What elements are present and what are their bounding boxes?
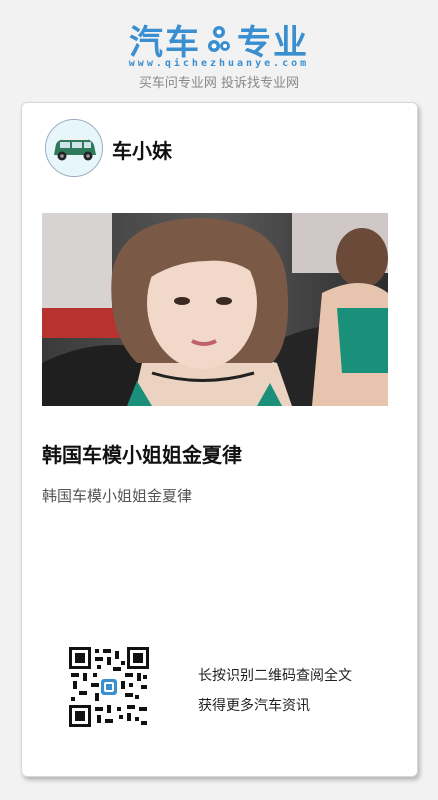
author-avatar[interactable]	[45, 119, 103, 177]
qr-code-icon	[69, 647, 149, 727]
photo-illustration	[42, 213, 388, 406]
qr-code[interactable]	[69, 647, 149, 727]
author-name[interactable]: 车小妹	[112, 135, 172, 164]
site-slogan: 买车问专业网 投诉找专业网	[138, 76, 300, 91]
logo-text-right: 专业	[237, 22, 309, 63]
article-summary: 韩国车模小姐姐金夏律	[42, 487, 193, 505]
article-title[interactable]: 韩国车模小姐姐金夏律	[42, 439, 242, 468]
site-logo[interactable]: 汽车 专业	[0, 18, 438, 63]
site-url[interactable]: www.qichezhuanye.com	[0, 58, 438, 69]
share-card: 车小妹 韩国车模小姐姐金夏律 韩国车模小姐姐金夏律 长按识别二维码查阅全文 获得…	[21, 102, 418, 777]
logo-text-left: 汽车	[129, 22, 201, 63]
header: 汽车 专业 www.qichezhuanye.com 买车问专业网 投诉找专业网	[0, 0, 438, 100]
qr-instruction: 长按识别二维码查阅全文	[198, 668, 352, 684]
car-avatar-icon	[46, 120, 102, 176]
gear-icon	[208, 26, 230, 52]
qr-subtext: 获得更多汽车资讯	[198, 698, 310, 714]
article-photo[interactable]	[42, 213, 388, 406]
